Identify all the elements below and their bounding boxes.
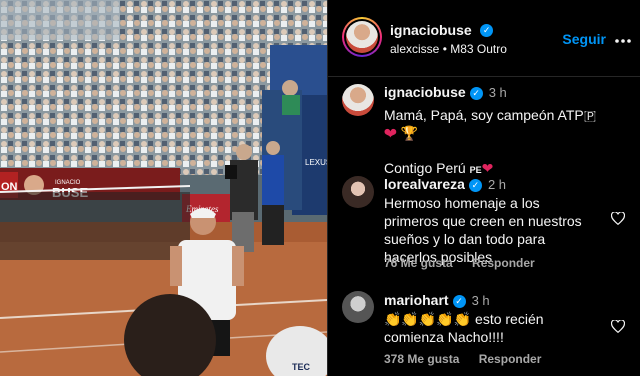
comment-item: lorealvareza ✓ 2 h Hermoso homenaje a los … (328, 172, 640, 272)
audio-attribution[interactable]: alexcisse • M83 Outro (390, 42, 507, 56)
like-heart-icon[interactable] (610, 211, 626, 226)
comment-likes[interactable]: 76 Me gusta (384, 256, 453, 270)
comment-avatar[interactable] (342, 291, 374, 323)
caption-avatar[interactable] (342, 84, 374, 116)
post-caption: ignaciobuse ✓ 3 h Mamá, Papá, soy campeón … (328, 80, 640, 176)
caption-username[interactable]: ignaciobuse (384, 84, 466, 100)
author-row: ignaciobuse ✓ (390, 22, 494, 40)
post-photo[interactable]: LEXUS ON IGNACIO BUSE Emirates (0, 0, 327, 376)
comment-time[interactable]: 2 h (488, 177, 506, 192)
caption-text-1: Mamá, Papá, soy campeón ATP🇵 (384, 107, 597, 123)
comments-panel: ignaciobuse ✓ alexcisse • M83 Outro Segu… (327, 0, 640, 376)
caption-body: ignaciobuse ✓ 3 h Mamá, Papá, soy campeón … (384, 83, 597, 179)
caption-line-1: Mamá, Papá, soy campeón ATP🇵 ❤ 🏆 (384, 106, 597, 142)
trophy-emoji-icon: 🏆 (400, 125, 419, 141)
comment-meta: 76 Me gusta Responder (384, 256, 551, 270)
comment-avatar[interactable] (342, 176, 374, 208)
comment-item: mariohart ✓ 3 h 👏👏👏👏👏 esto recién comienza… (328, 288, 640, 376)
like-heart-icon[interactable] (610, 319, 626, 334)
lexus-sponsor-text: LEXUS (305, 158, 327, 167)
verified-badge-icon: ✓ (452, 294, 466, 308)
shirt-text: TEC (292, 362, 311, 372)
verified-badge-icon: ✓ (468, 178, 482, 192)
comment-username[interactable]: mariohart (384, 292, 449, 308)
comment-body: lorealvareza ✓ 2 h Hermoso homenaje a los … (384, 175, 597, 266)
comment-time[interactable]: 3 h (472, 293, 490, 308)
caption-time[interactable]: 3 h (489, 85, 507, 100)
verified-badge-icon: ✓ (480, 24, 494, 38)
more-horizontal-icon[interactable] (614, 31, 632, 49)
comment-body: mariohart ✓ 3 h 👏👏👏👏👏 esto recién comienza… (384, 291, 597, 346)
audio-user[interactable]: alexcisse (390, 42, 439, 56)
verified-badge-icon: ✓ (469, 86, 483, 100)
comment-text: 👏👏👏👏👏 esto recién comienza Nacho!!!! (384, 311, 544, 345)
comment-meta: 378 Me gusta Responder (384, 352, 557, 366)
post-header: ignaciobuse ✓ alexcisse • M83 Outro Segu… (328, 0, 640, 77)
audio-track[interactable]: M83 Outro (450, 42, 507, 56)
comment-reply-button[interactable]: Responder (472, 256, 535, 270)
audio-separator: • (442, 42, 447, 56)
heart-emoji-icon: ❤ (384, 125, 397, 141)
author-avatar[interactable] (342, 17, 382, 57)
comment-username[interactable]: lorealvareza (384, 176, 465, 192)
author-username[interactable]: ignaciobuse (390, 22, 472, 38)
follow-button[interactable]: Seguir (562, 31, 606, 47)
comment-likes[interactable]: 378 Me gusta (384, 352, 459, 366)
comment-reply-button[interactable]: Responder (479, 352, 542, 366)
tennis-celebration-image: LEXUS ON IGNACIO BUSE Emirates (0, 0, 327, 376)
